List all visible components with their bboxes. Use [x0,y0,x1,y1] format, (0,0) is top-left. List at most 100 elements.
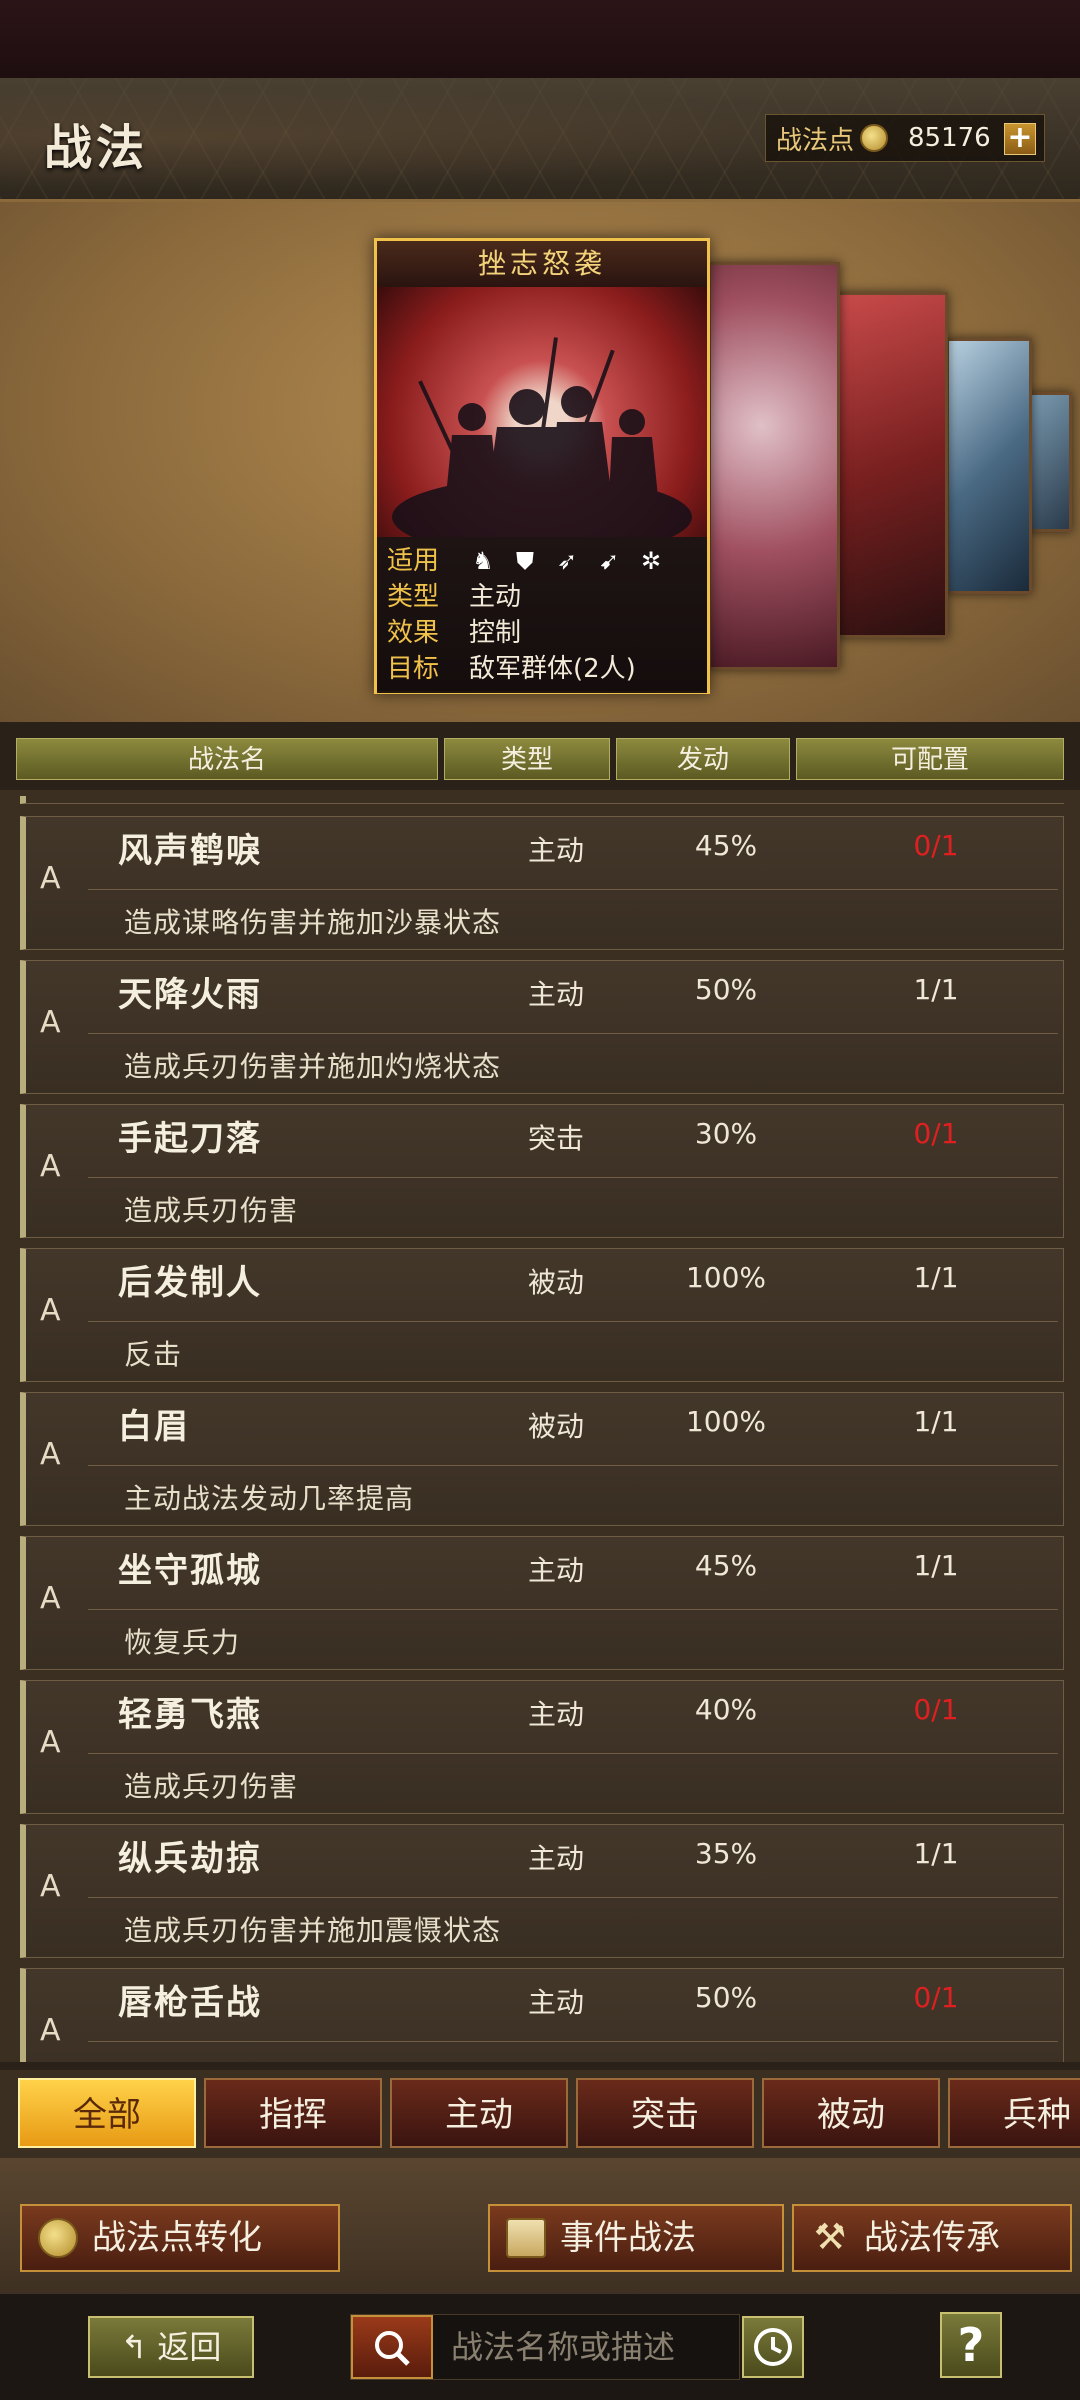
col-head-rate[interactable]: 发动 [616,738,790,780]
row-divider [88,2041,1058,2042]
tactic-grade: A [40,1581,61,1616]
tactic-row[interactable]: A 轻勇飞燕 主动 40% 0/1 造成兵刃伤害 [20,1680,1064,1814]
tactic-row[interactable]: A 后发制人 被动 100% 1/1 反击 [20,1248,1064,1382]
tactic-available: 0/1 [913,1117,959,1150]
row-divider [88,1321,1058,1322]
card-artwork [377,287,707,537]
points-label: 战法点 [776,125,855,156]
tab-all[interactable]: 全部 [18,2078,196,2148]
tactic-available: 0/1 [913,1693,959,1726]
card-back-3[interactable] [946,338,1032,594]
tactic-type: 主动 [527,978,584,1011]
tactic-available: 1/1 [913,1837,959,1870]
scroll-icon [506,2218,546,2258]
list-header: 战法名 类型 发动 可配置 [16,738,1064,780]
back-arrow-icon: ↰ [120,2328,148,2366]
clock-icon [754,2328,792,2366]
tactic-type: 被动 [527,1266,584,1299]
tactic-name: 坐守孤城 [118,1551,262,1591]
tactic-description: 造成兵刃伤害 [124,1194,299,1227]
col-head-name[interactable]: 战法名 [16,738,438,780]
history-button[interactable] [742,2316,804,2378]
tab-command[interactable]: 指挥 [204,2078,382,2148]
tactic-rate: 45% [694,1549,758,1582]
featured-card[interactable]: 挫志怒袭 适用 ♞ ⛊ ➶ ➹ ✲ 类型 主动 效果 控制 目标 敌军群体(2人… [374,238,710,694]
tactic-type: 主动 [527,1554,584,1587]
tactic-grade: A [40,1149,61,1184]
search-box [350,2314,740,2380]
tactic-name: 风声鹤唳 [118,831,262,871]
tactic-rate: 100% [685,1405,767,1438]
add-points-button[interactable]: + [1004,123,1036,155]
tactic-row[interactable]: A 唇枪舌战 主动 50% 0/1 [20,1968,1064,2062]
tactic-available: 1/1 [913,1549,959,1582]
tactic-description: 造成兵刃伤害 [124,1770,299,1803]
tactic-name: 纵兵劫掠 [118,1839,262,1879]
tab-active[interactable]: 主动 [390,2078,568,2148]
tactic-grade: A [40,2013,61,2048]
tactic-type: 主动 [527,1698,584,1731]
search-button[interactable] [351,2315,433,2379]
card-back-1[interactable] [708,262,840,670]
row-divider [88,1033,1058,1034]
tactic-grade: A [40,861,61,896]
info-row-effect: 效果 控制 [387,618,522,648]
row-divider [88,1897,1058,1898]
convert-points-button[interactable]: 战法点转化 [20,2204,340,2272]
tactic-type: 突击 [527,1122,584,1155]
spear-icon: ➹ [598,547,620,575]
tactic-row[interactable]: A 天降火雨 主动 50% 1/1 造成兵刃伤害并施加灼烧状态 [20,960,1064,1094]
tactic-description: 造成兵刃伤害并施加灼烧状态 [124,1050,502,1083]
event-tactics-button[interactable]: 事件战法 [488,2204,784,2272]
tactic-rate: 45% [694,829,758,862]
featured-card-title: 挫志怒袭 [377,241,707,287]
tab-assault[interactable]: 突击 [576,2078,754,2148]
coin-icon [38,2218,78,2258]
hammer-icon: ⚒ [813,2217,847,2258]
tactic-rate: 35% [694,1837,758,1870]
tactic-name: 手起刀落 [118,1119,262,1159]
tab-passive[interactable]: 被动 [762,2078,940,2148]
tactic-row[interactable]: A 风声鹤唳 主动 45% 0/1 造成谋略伤害并施加沙暴状态 [20,816,1064,950]
tactic-type: 被动 [527,1410,584,1443]
back-button[interactable]: ↰ 返回 [88,2316,254,2378]
tactic-row[interactable]: A 白眉 被动 100% 1/1 主动战法发动几率提高 [20,1392,1064,1526]
tactic-grade: A [40,1437,61,1472]
card-back-4[interactable] [1028,392,1072,532]
tactic-name: 白眉 [118,1407,190,1447]
tactic-rate: 40% [694,1693,758,1726]
card-back-2[interactable] [836,292,948,638]
tactic-row[interactable]: A 纵兵劫掠 主动 35% 1/1 造成兵刃伤害并施加震慑状态 [20,1824,1064,1958]
row-divider [88,1609,1058,1610]
search-icon [375,2331,410,2366]
cavalry-icon: ♞ [472,547,494,575]
tactic-list[interactable]: A 风声鹤唳 主动 45% 0/1 造成谋略伤害并施加沙暴状态 A 天降火雨 主动 50% 1/1 造… [0,790,1080,2062]
wheel-icon: ✲ [640,547,662,575]
search-input[interactable] [451,2315,731,2379]
tactic-rate: 100% [685,1261,767,1294]
tab-troop[interactable]: 兵种 [948,2078,1080,2148]
tactic-description: 反击 [124,1338,183,1371]
points-value: 85176 [908,123,991,153]
tactic-row[interactable]: A 坐守孤城 主动 45% 1/1 恢复兵力 [20,1536,1064,1670]
tactic-description: 造成兵刃伤害并施加震慑状态 [124,1914,502,1947]
filter-tabs: 全部 指挥 主动 突击 被动 兵种 [0,2070,1080,2158]
col-head-type[interactable]: 类型 [444,738,610,780]
info-row-target: 目标 敌军群体(2人) [387,654,636,684]
tactic-rate: 50% [694,1981,758,2014]
tactic-available: 1/1 [913,973,959,1006]
help-button[interactable]: ? [940,2312,1002,2378]
bottom-bar: ↰返回 ? [0,2294,1080,2400]
tactic-inherit-button[interactable]: ⚒ 战法传承 [792,2204,1072,2272]
tactic-points: 战法点 85176 + [765,114,1045,162]
list-scroll-edge [20,796,1064,804]
row-divider [88,889,1058,890]
tactic-available: 0/1 [913,829,959,862]
row-divider [88,1465,1058,1466]
action-bar: 战法点转化 事件战法 ⚒ 战法传承 [0,2158,1080,2294]
tactic-name: 天降火雨 [118,975,262,1015]
row-divider [88,1753,1058,1754]
tactic-name: 后发制人 [118,1263,262,1303]
tactic-row[interactable]: A 手起刀落 突击 30% 0/1 造成兵刃伤害 [20,1104,1064,1238]
col-head-available[interactable]: 可配置 [796,738,1064,780]
